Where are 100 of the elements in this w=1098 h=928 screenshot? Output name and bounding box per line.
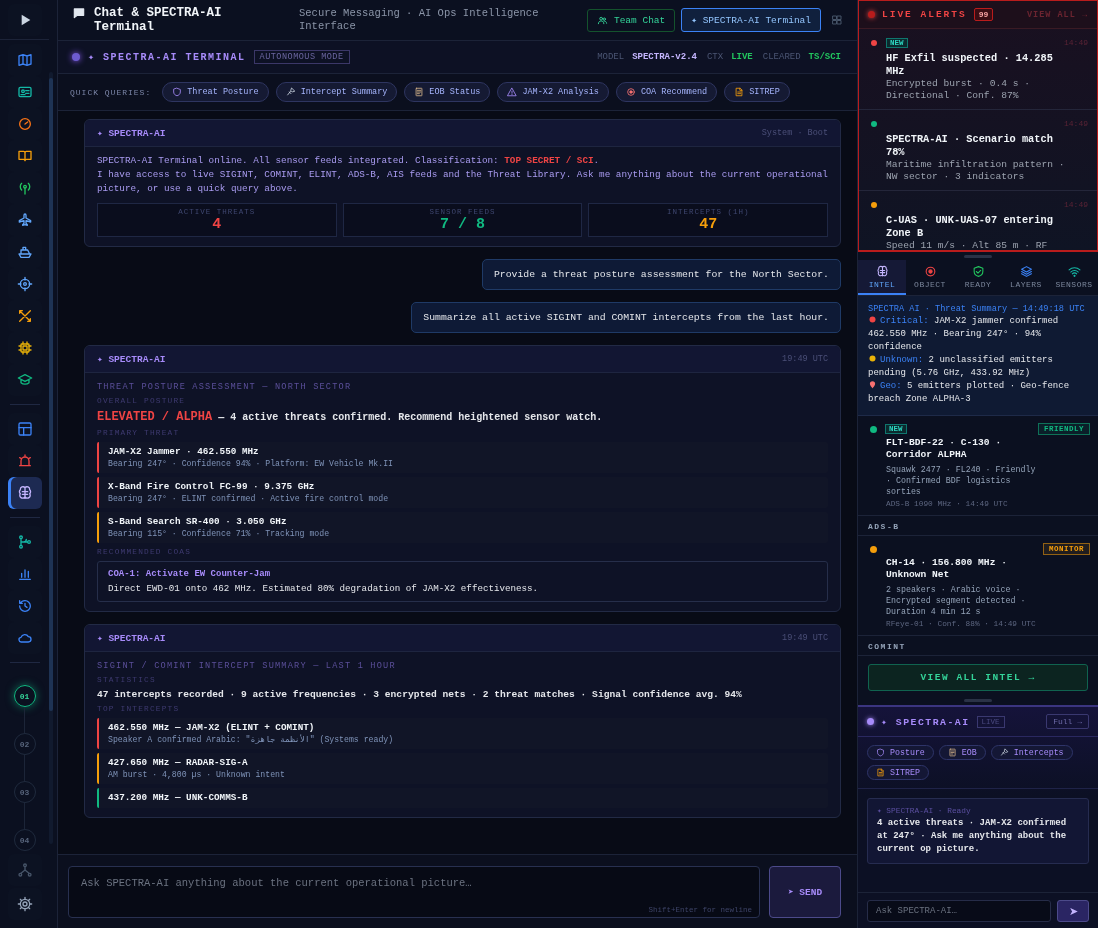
dot-icon [868,315,877,324]
panel-tab[interactable]: SENSORS [1050,260,1098,295]
posture-text: ELEVATED / ALPHA — 4 active threats confirmed. Recommend heightened sensor watch. [97,410,604,424]
query-chip[interactable]: Threat Posture [162,82,269,102]
crosshair-icon[interactable] [16,276,33,292]
nav-button[interactable] [7,477,42,509]
brain-icon[interactable] [16,485,33,501]
wifi-icon [1067,265,1081,278]
user-message: Summarize all active SIGINT and COMINT intercepts from the last hour. [411,302,841,333]
stat-value: 47 [698,216,719,233]
terminal-title: ✦ SPECTRA-AI TERMINAL [88,51,246,63]
dot-icon [868,354,877,363]
stat-value: 7 / 8 [439,216,486,233]
mode-tab[interactable]: Team Chat [586,8,676,32]
user-message: Provide a threat posture assessment for the North Sector. [481,259,841,290]
summary-line: Critical: JAM-X2 jammer confirmed 462.550 MHz · Bearing 247° · 94% confidence [868,315,1060,354]
query-chip[interactable]: SITREP [724,82,790,102]
alert-detail: Maritime infiltration pattern · NW sector · 3 indicators [886,159,1066,183]
stat-value: 4 [211,216,223,233]
entry-detail: Bearing 247° · Confidence 94% · Platform: EW Vehicle Mk.II [108,458,393,469]
ship-icon[interactable] [16,244,33,260]
meta-value: SPECTRA-v2.4 [632,52,697,62]
message-text: SPECTRA-AI Terminal online. All sensor feeds integrated. Classification: TOP SECRET / SCI. I have access to live SIGINT, COMINT, ELINT, ADS-B, AIS feeds and the Threat Library. Ask me anything about the current operational picture, or use a quick query above. [97,154,828,196]
id-card-icon[interactable] [16,84,33,100]
target-icon [625,87,636,97]
meta-label: CTX [706,52,724,62]
message-text: 4 active threats · JAM-X2 confirmed at 247° · Ask me anything about the current op picture. [877,817,1068,856]
query-chip[interactable]: JAM-X2 Analysis [497,82,609,102]
section-heading: SIGINT / COMINT INTERCEPT SUMMARY — LAST 1 HOUR [97,661,397,671]
entry-title: 427.650 MHz — RADAR-SIG-A [108,757,249,769]
resize-handle[interactable] [964,255,992,258]
status-dot [72,53,80,61]
live-dot [868,11,875,18]
status-dot [867,718,874,725]
mode-tab[interactable]: ✦ SPECTRA-AI Terminal [681,8,821,32]
brain-icon [875,265,889,278]
coa-text: Direct EWD-01 onto 462 MHz. Estimated 80% degradation of JAM-X2 effectiveness. [108,583,540,594]
summary-title: SPECTRA AI · Threat Summary — 14:49:18 UTC [868,303,1086,315]
panel-tab[interactable]: READY [954,260,1002,295]
brush-icon [285,87,296,97]
alert-time: 14:49 [1064,200,1088,209]
document-icon [876,768,885,777]
branch-icon[interactable] [16,534,33,550]
sender-name: ✦ SPECTRA-AI [97,127,166,139]
entry-detail: Speaker A confirmed Arabic: "الأنظمة جاهزة" (Systems ready) [108,734,394,745]
statistics-text: 47 intercepts recorded · 9 active frequencies · 3 encrypted nets · 2 threat matches · Signal confidence avg. 94% [97,689,743,700]
document-icon [734,87,745,97]
query-chip[interactable]: Intercept Summary [275,82,398,102]
alert-title: HF Exfil suspected · 14.285 MHz [886,52,1054,78]
scrollbar[interactable] [49,72,53,844]
message-time: 19:49 UTC [782,354,828,364]
query-chip[interactable]: EOB [938,745,986,760]
graduation-cap-icon[interactable] [16,372,33,388]
gauge-icon[interactable] [16,116,33,132]
send-button[interactable]: ➤ [1057,900,1089,922]
pin-icon [868,380,877,389]
meta-label: CLEARED [762,52,801,62]
chat-bubble-icon [72,6,86,20]
resize-handle[interactable] [964,699,992,702]
alert-detail: Speed 11 m/s · Alt 85 m · RF [886,240,1049,250]
meta-value: LIVE [731,52,753,62]
full-view-button[interactable]: Full → [1046,714,1089,729]
assistant-input[interactable]: Ask SPECTRA-AI… [867,900,1051,922]
send-button[interactable]: ➤ SEND [769,866,841,918]
alert-detail: Encrypted burst · 0.4 s · Directional · Conf. 87% [886,78,1031,102]
assistant-title: ✦ SPECTRA-AI [881,715,970,728]
intel-detail: 2 speakers · Arabic voice · Encrypted segment detected · Duration 4 min 12 s [886,584,1027,617]
chip-icon[interactable] [16,340,33,356]
message-time: 19:49 UTC [782,633,828,643]
settings-icon[interactable] [16,896,33,912]
network-icon[interactable] [16,862,33,878]
grid-icon[interactable] [831,14,843,26]
query-chip[interactable]: SITREP [867,765,929,780]
bar-chart-icon[interactable] [16,566,33,582]
panel-tab[interactable]: LAYERS [1002,260,1050,295]
plane-icon[interactable] [16,212,33,228]
panel-tab[interactable]: INTEL [858,260,906,295]
entry-detail: Bearing 247° · ELINT confirmed · Active fire control mode [108,493,389,504]
query-chip[interactable]: Intercepts [990,745,1073,760]
query-chip[interactable]: Posture [867,745,934,760]
alert-time: 14:49 [1064,38,1088,47]
sender-name: ✦ SPECTRA-AI [97,632,166,644]
page-subtitle: Secure Messaging · AI Ops Intelligence Interface [299,7,540,33]
book-icon[interactable] [16,148,33,164]
section-heading: THREAT POSTURE ASSESSMENT — NORTH SECTOR [97,382,353,392]
alarm-icon[interactable] [16,453,33,469]
history-icon[interactable] [16,598,33,614]
query-chip[interactable]: COA Recommend [615,82,718,102]
map-icon[interactable] [16,52,33,68]
target-icon [923,265,937,278]
alert-title: C-UAS · UNK-UAS-07 entering Zone B [886,214,1054,240]
query-chip[interactable]: EOB Status [404,82,491,102]
panel-tab[interactable]: OBJECT [906,260,954,295]
section-label: ADS-B [858,516,1098,536]
entry-detail: AM burst · 4,800 µs · Unknown intent [108,769,285,780]
shield-icon [172,87,183,97]
warning-icon [507,87,518,97]
view-all-button[interactable]: VIEW ALL INTEL → [868,664,1088,691]
people-icon [596,14,608,26]
dashboard-icon[interactable] [16,421,33,437]
